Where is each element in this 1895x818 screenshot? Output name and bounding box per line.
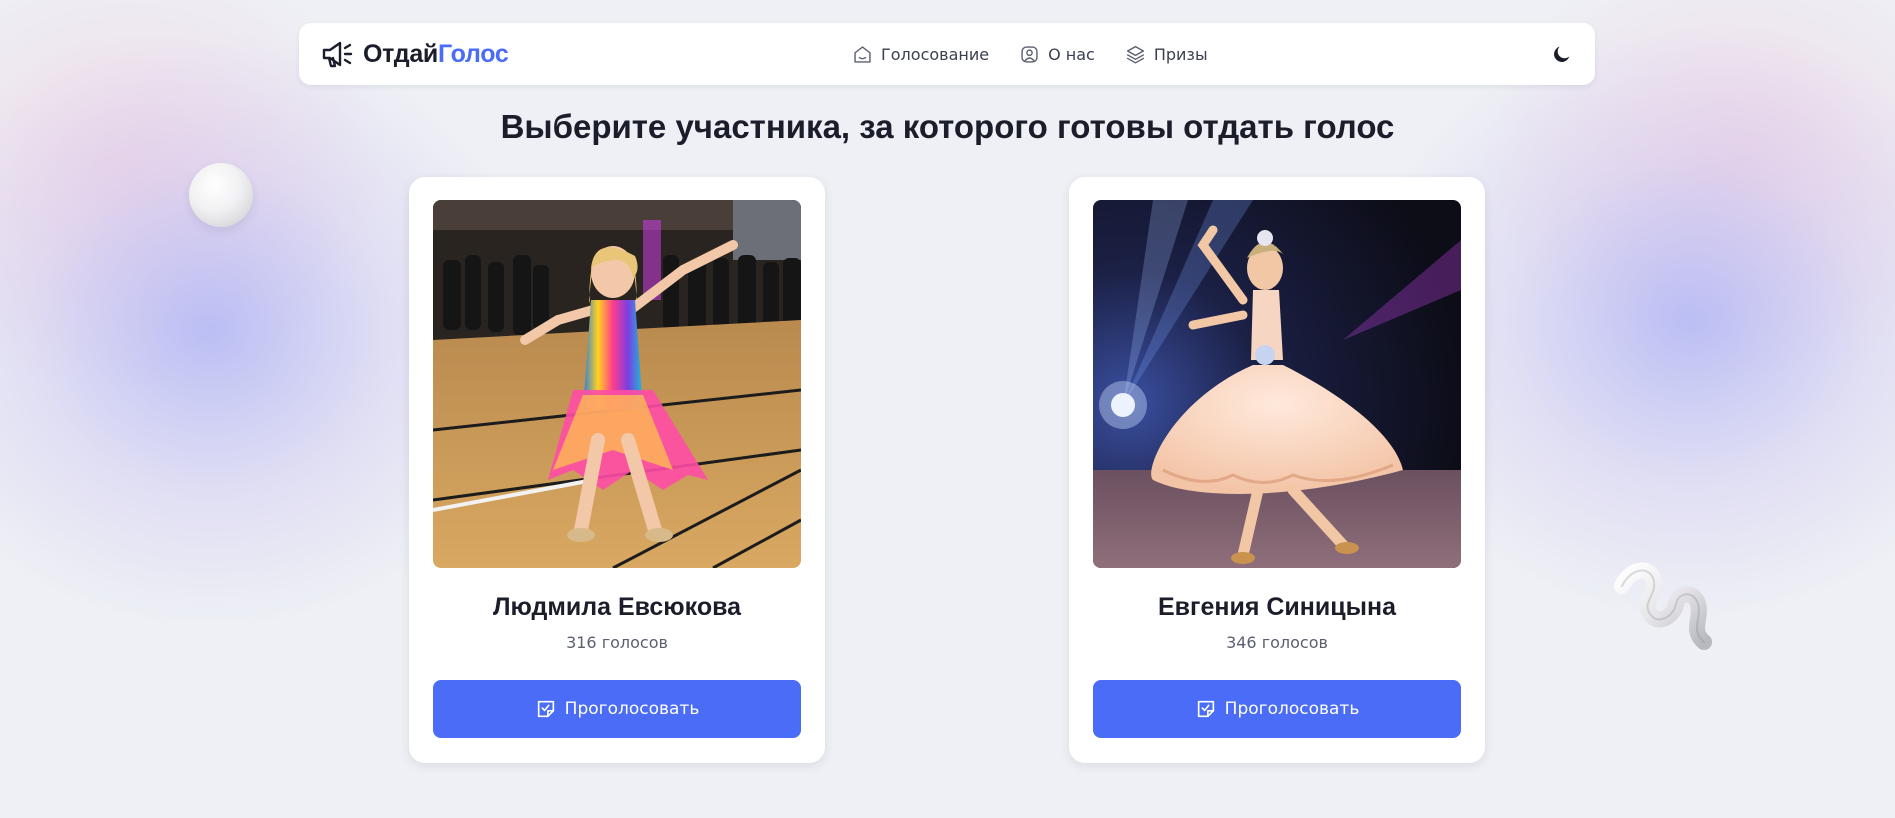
vote-count: 316 голосов — [566, 633, 668, 652]
vote-button-label: Проголосовать — [1224, 699, 1360, 719]
layers-icon — [1126, 45, 1144, 64]
nav-item-prizes[interactable]: Призы — [1125, 44, 1208, 65]
moon-icon[interactable] — [1551, 43, 1573, 65]
vote-note-icon — [537, 700, 554, 718]
logo-text-part1: Отдай — [363, 39, 439, 68]
home-icon — [854, 45, 871, 63]
participant-photo-image — [1093, 200, 1461, 568]
participant-name: Людмила Евсюкова — [492, 593, 742, 621]
decorative-spiral — [1614, 562, 1712, 650]
nav-item-about[interactable]: О нас — [1019, 44, 1095, 65]
logo-text-part2: Голос — [438, 39, 509, 68]
user-icon — [1021, 45, 1038, 63]
logo-text: ОтдайГолос — [363, 40, 509, 69]
decorative-sphere — [189, 163, 253, 227]
participant-card: Людмила Евсюкова 316 голосов Проголосова… — [409, 177, 825, 763]
vote-count: 346 голосов — [1226, 633, 1328, 652]
logo[interactable]: ОтдайГолос — [321, 39, 509, 69]
vote-button[interactable]: Проголосовать — [1093, 680, 1461, 738]
top-navbar: ОтдайГолос Голосование О нас Призы — [299, 23, 1595, 85]
nav-item-voting-label: Голосование — [881, 44, 990, 64]
megaphone-icon — [322, 41, 353, 68]
participant-photo — [1093, 200, 1461, 568]
vote-button-label: Проголосовать — [564, 699, 700, 719]
nav-item-about-label: О нас — [1048, 44, 1095, 64]
vote-button[interactable]: Проголосовать — [433, 680, 801, 738]
participant-photo-image — [433, 200, 801, 568]
nav-item-voting[interactable]: Голосование — [852, 44, 989, 65]
participant-photo — [433, 200, 801, 568]
nav-item-prizes-label: Призы — [1153, 44, 1208, 64]
participant-name: Евгения Синицына — [1158, 593, 1396, 621]
page-title: Выберите участника, за которого готовы о… — [500, 108, 1395, 145]
vote-note-icon — [1197, 700, 1214, 718]
participant-card: Евгения Синицына 346 голосов Проголосова… — [1069, 177, 1485, 763]
main-nav: Голосование О нас Призы — [852, 23, 1208, 85]
